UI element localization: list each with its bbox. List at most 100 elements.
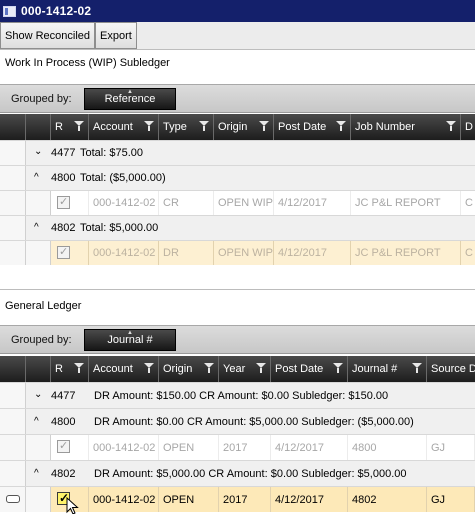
cell-post-date: 4/12/2017	[274, 241, 351, 265]
wip-header-indicator	[0, 114, 26, 140]
cell-origin: OPEN	[159, 435, 219, 460]
row-indent	[26, 435, 51, 460]
collapse-icon[interactable]: ^	[34, 416, 39, 427]
row-indicator	[0, 461, 26, 486]
expand-icon[interactable]: ⌄	[34, 146, 42, 157]
group-total: Total: $5,000.00	[80, 222, 159, 234]
group-summary: DR Amount: $150.00 CR Amount: $0.00 Subl…	[94, 390, 389, 402]
wip-group-row-4802[interactable]: ^ 4802 Total: $5,000.00	[0, 215, 475, 240]
col-label: Year	[223, 363, 246, 375]
group-key: 4802	[51, 468, 76, 480]
wip-col-account[interactable]: Account	[89, 114, 159, 140]
row-indicator	[0, 435, 26, 460]
cell-origin: OPEN WIP	[214, 191, 274, 215]
reconciled-checkbox[interactable]	[57, 439, 70, 453]
filter-icon[interactable]	[256, 363, 266, 374]
expand-icon[interactable]: ⌄	[34, 389, 42, 400]
gl-col-journal[interactable]: Journal #	[348, 356, 427, 382]
group-key: 4800	[51, 172, 76, 184]
gl-col-year[interactable]: Year	[219, 356, 271, 382]
gl-group-row-4800[interactable]: ^ 4800 DR Amount: $0.00 CR Amount: $5,00…	[0, 408, 475, 434]
row-indicator	[0, 409, 26, 434]
table-row[interactable]: 000-1412-02 DR OPEN WIP 4/12/2017 JC P&L…	[0, 240, 475, 265]
col-label: Origin	[218, 121, 248, 133]
cell-account: 000-1412-02	[89, 487, 159, 512]
show-reconciled-button[interactable]: Show Reconciled	[0, 22, 95, 49]
toolbar: Show Reconciled Export	[0, 22, 475, 50]
gl-col-origin[interactable]: Origin	[159, 356, 219, 382]
wip-group-chip-reference[interactable]: ▲ Reference	[84, 88, 176, 110]
filter-icon[interactable]	[74, 121, 84, 132]
filter-icon[interactable]	[144, 363, 154, 374]
gl-group-row-4477[interactable]: ⌄ 4477 DR Amount: $150.00 CR Amount: $0.…	[0, 382, 475, 408]
collapse-icon[interactable]: ^	[34, 222, 39, 233]
reconciled-checkbox[interactable]	[57, 195, 70, 209]
filter-icon[interactable]	[74, 363, 84, 374]
gl-col-r[interactable]: R	[51, 356, 89, 382]
collapse-icon[interactable]: ^	[34, 468, 39, 479]
window-title: 000-1412-02	[21, 4, 92, 18]
filter-icon[interactable]	[259, 121, 269, 132]
wip-col-origin[interactable]: Origin	[214, 114, 274, 140]
gl-col-account[interactable]: Account	[89, 356, 159, 382]
wip-group-row-4477[interactable]: ⌄ 4477 Total: $75.00	[0, 140, 475, 165]
cell-origin: OPEN	[159, 487, 219, 512]
cell-year: 2017	[219, 435, 271, 460]
collapse-icon[interactable]: ^	[34, 172, 39, 183]
gl-group-chip-journal[interactable]: ▲ Journal #	[84, 329, 176, 351]
gl-group-panel: Grouped by: ▲ Journal #	[0, 325, 475, 354]
wip-col-r[interactable]: R	[51, 114, 89, 140]
wip-col-post-date[interactable]: Post Date	[274, 114, 351, 140]
filter-icon[interactable]	[144, 121, 154, 132]
cell-post-date: 4/12/2017	[271, 435, 348, 460]
cell-job-number: JC P&L REPORT	[351, 191, 461, 215]
wip-col-type[interactable]: Type	[159, 114, 214, 140]
gl-header-indent	[26, 356, 51, 382]
table-row[interactable]: 000-1412-02 CR OPEN WIP 4/12/2017 JC P&L…	[0, 190, 475, 215]
cell-r	[51, 191, 89, 215]
row-indicator	[0, 191, 26, 215]
reconciled-checkbox[interactable]	[57, 245, 70, 259]
row-indent	[26, 241, 51, 265]
col-label: Type	[163, 121, 187, 133]
cell-account: 000-1412-02	[89, 191, 159, 215]
group-key: 4477	[51, 147, 76, 159]
filter-icon[interactable]	[199, 121, 209, 132]
table-row[interactable]: 000-1412-02 OPEN 2017 4/12/2017 4800 GJ	[0, 434, 475, 460]
edit-row-icon	[6, 495, 20, 503]
group-total: Total: $75.00	[80, 147, 143, 159]
col-label: Post Date	[275, 363, 324, 375]
col-label: Post Date	[278, 121, 327, 133]
col-label: Origin	[163, 363, 193, 375]
filter-icon[interactable]	[333, 363, 343, 374]
gl-section-title: General Ledger	[5, 300, 82, 312]
window-icon	[3, 5, 16, 17]
cell-post-date: 4/12/2017	[271, 487, 348, 512]
cell-post-date: 4/12/2017	[274, 191, 351, 215]
gl-col-post-date[interactable]: Post Date	[271, 356, 348, 382]
cell-type: CR	[159, 191, 214, 215]
gl-col-source[interactable]: Source D	[427, 356, 475, 382]
row-indent	[26, 191, 51, 215]
cell-account: 000-1412-02	[89, 435, 159, 460]
gl-group-row-4802[interactable]: ^ 4802 DR Amount: $5,000.00 CR Amount: $…	[0, 460, 475, 486]
gl-grouped-by-label: Grouped by:	[11, 333, 72, 346]
title-bar: 000-1412-02	[0, 0, 475, 22]
wip-group-row-4800[interactable]: ^ 4800 Total: ($5,000.00)	[0, 165, 475, 190]
row-indicator	[0, 141, 26, 165]
filter-icon[interactable]	[412, 363, 422, 374]
wip-col-d[interactable]: D	[461, 114, 475, 140]
filter-icon[interactable]	[446, 121, 456, 132]
wip-col-job-number[interactable]: Job Number	[351, 114, 461, 140]
group-total: Total: ($5,000.00)	[80, 172, 166, 184]
group-key: 4477	[51, 390, 76, 402]
group-key: 4802	[51, 222, 76, 234]
col-label: Account	[93, 121, 133, 133]
col-label: R	[55, 363, 63, 375]
filter-icon[interactable]	[336, 121, 346, 132]
filter-icon[interactable]	[204, 363, 214, 374]
cell-source: GJ	[427, 435, 475, 460]
sort-ascending-icon: ▲	[127, 89, 133, 95]
export-button[interactable]: Export	[95, 22, 137, 49]
cell-r	[51, 241, 89, 265]
